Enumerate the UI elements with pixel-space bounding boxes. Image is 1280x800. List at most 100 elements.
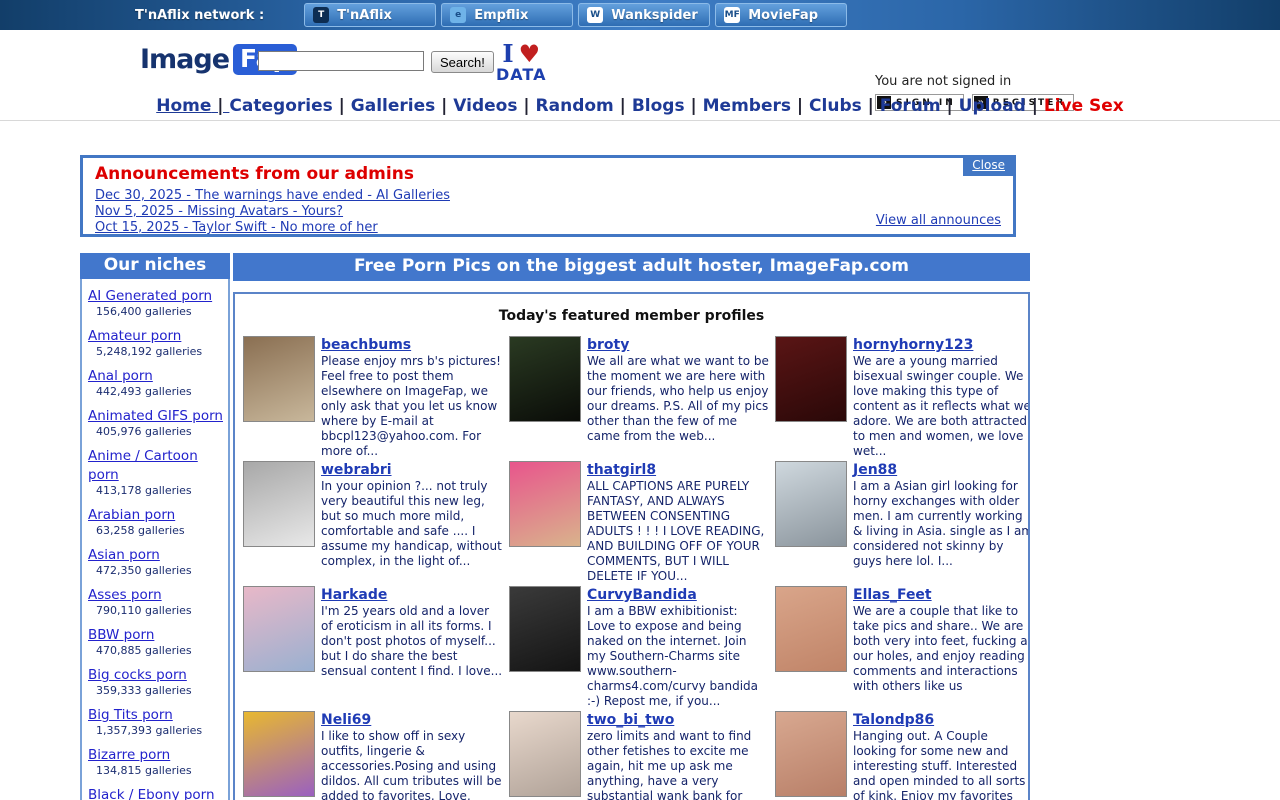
profile-thumbnail[interactable] xyxy=(243,586,315,672)
featured-profiles-box: Today's featured member profiles beachbu… xyxy=(233,292,1030,800)
featured-profiles-title: Today's featured member profiles xyxy=(241,308,1022,324)
profile-thumbnail[interactable] xyxy=(243,711,315,797)
niche-link[interactable]: Asses porn xyxy=(88,587,162,603)
profile-description: Hanging out. A Couple looking for some n… xyxy=(853,729,1030,800)
profile-username-link[interactable]: beachbums xyxy=(321,337,411,353)
moviefap-icon: MF xyxy=(724,7,740,23)
profile-thumbnail[interactable] xyxy=(243,336,315,422)
profile-thumbnail[interactable] xyxy=(509,461,581,547)
profile-description: In your opinion ?... not truly very beau… xyxy=(321,479,503,569)
nav-item[interactable]: Home xyxy=(156,96,229,116)
profile-thumbnail[interactable] xyxy=(509,711,581,797)
profile-username-link[interactable]: Ellas_Feet xyxy=(853,587,932,603)
profile-card: Harkade I'm 25 years old and a lover of … xyxy=(241,584,503,709)
niche-link[interactable]: Black / Ebony porn xyxy=(88,787,215,800)
niche-item: BBW porn 470,885 galleries xyxy=(88,624,228,657)
search-button[interactable]: Search! xyxy=(431,51,494,73)
niche-link[interactable]: AI Generated porn xyxy=(88,288,212,304)
niche-item: Amateur porn 5,248,192 galleries xyxy=(88,325,228,358)
announcements-title: Announcements from our admins xyxy=(95,164,1003,184)
profile-username-link[interactable]: Neli69 xyxy=(321,712,371,728)
nav-item[interactable]: Galleries xyxy=(351,96,454,116)
profile-card: Ellas_Feet We are a couple that like to … xyxy=(773,584,1030,709)
nav-item[interactable]: Clubs xyxy=(809,96,880,116)
profile-card: Talondp86 Hanging out. A Couple looking … xyxy=(773,709,1030,800)
niche-item: Asian porn 472,350 galleries xyxy=(88,544,228,577)
profile-thumbnail[interactable] xyxy=(775,711,847,797)
profile-username-link[interactable]: webrabri xyxy=(321,462,392,478)
profile-thumbnail[interactable] xyxy=(775,586,847,672)
profile-description: We are a young married bisexual swinger … xyxy=(853,354,1030,459)
announcement-link[interactable]: Dec 30, 2025 - The warnings have ended -… xyxy=(95,188,450,203)
profile-username-link[interactable]: thatgirl8 xyxy=(587,462,656,478)
profile-thumbnail[interactable] xyxy=(775,461,847,547)
nav-item[interactable]: Members xyxy=(703,96,809,116)
profile-description: We are a couple that like to take pics a… xyxy=(853,604,1030,694)
announcement-list: Dec 30, 2025 - The warnings have ended -… xyxy=(95,188,1003,236)
nav-item[interactable]: Random xyxy=(536,96,632,116)
empflix-icon: e xyxy=(450,7,466,23)
niche-link[interactable]: BBW porn xyxy=(88,627,154,643)
profile-card: Jen88 I am a Asian girl looking for horn… xyxy=(773,459,1030,584)
niche-gallery-count: 63,258 galleries xyxy=(88,524,228,537)
profile-card: broty We all are what we want to be the … xyxy=(507,334,769,459)
profile-card: hornyhorny123 We are a young married bis… xyxy=(773,334,1030,459)
tnaflix-icon: T xyxy=(313,7,329,23)
niche-link[interactable]: Anime / Cartoon porn xyxy=(88,448,198,483)
profile-username-link[interactable]: Jen88 xyxy=(853,462,897,478)
niche-item: Asses porn 790,110 galleries xyxy=(88,584,228,617)
niche-link[interactable]: Big cocks porn xyxy=(88,667,187,683)
profile-card: thatgirl8 ALL CAPTIONS ARE PURELY FANTAS… xyxy=(507,459,769,584)
niche-link[interactable]: Arabian porn xyxy=(88,507,175,523)
niche-item: AI Generated porn 156,400 galleries xyxy=(88,285,228,318)
nav-item[interactable]: Videos xyxy=(453,96,535,116)
main-navigation: Home Categories Galleries Videos Random … xyxy=(0,92,1280,121)
profile-username-link[interactable]: broty xyxy=(587,337,629,353)
profile-username-link[interactable]: two_bi_two xyxy=(587,712,674,728)
nav-item[interactable]: Forum xyxy=(880,96,959,116)
network-bar-label: T'nAflix network : xyxy=(135,8,264,23)
niche-item: Big cocks porn 359,333 galleries xyxy=(88,664,228,697)
announcement-link[interactable]: Oct 15, 2025 - Taylor Swift - No more of… xyxy=(95,220,378,235)
network-site-button[interactable]: MF MovieFap xyxy=(715,3,847,27)
niche-link[interactable]: Big Tits porn xyxy=(88,707,173,723)
niche-item: Black / Ebony porn 254,325 galleries xyxy=(88,784,228,800)
network-site-button[interactable]: W Wankspider xyxy=(578,3,710,27)
profile-thumbnail[interactable] xyxy=(775,336,847,422)
announcement-link[interactable]: Nov 5, 2025 - Missing Avatars - Yours? xyxy=(95,204,343,219)
network-site-buttons: T T'nAflix e Empflix W Wankspider MF Mov… xyxy=(304,3,847,27)
nav-item[interactable]: Categories xyxy=(229,96,350,116)
niche-item: Anime / Cartoon porn 413,178 galleries xyxy=(88,445,228,497)
profile-description: We all are what we want to be the moment… xyxy=(587,354,769,444)
niche-gallery-count: 156,400 galleries xyxy=(88,305,228,318)
niche-link[interactable]: Asian porn xyxy=(88,547,160,563)
profile-username-link[interactable]: Harkade xyxy=(321,587,387,603)
profile-description: ALL CAPTIONS ARE PURELY FANTASY, AND ALW… xyxy=(587,479,769,584)
search-input[interactable] xyxy=(258,51,424,71)
profile-username-link[interactable]: CurvyBandida xyxy=(587,587,697,603)
view-all-announces-link[interactable]: View all announces xyxy=(876,213,1001,228)
profile-card: beachbums Please enjoy mrs b's pictures!… xyxy=(241,334,503,459)
niche-link[interactable]: Bizarre porn xyxy=(88,747,170,763)
niche-gallery-count: 1,357,393 galleries xyxy=(88,724,228,737)
ild-i: I xyxy=(502,39,513,68)
i-love-data-logo[interactable]: I ♥ DATA xyxy=(496,42,546,83)
ild-data-word: DATA xyxy=(496,67,546,83)
nav-item[interactable]: Blogs xyxy=(632,96,703,116)
network-site-button[interactable]: e Empflix xyxy=(441,3,573,27)
niche-link[interactable]: Amateur porn xyxy=(88,328,181,344)
nav-item[interactable]: Upload xyxy=(959,96,1044,116)
niche-link[interactable]: Anal porn xyxy=(88,368,153,384)
niche-gallery-count: 442,493 galleries xyxy=(88,385,228,398)
featured-profiles-grid: beachbums Please enjoy mrs b's pictures!… xyxy=(241,334,1022,800)
profile-thumbnail[interactable] xyxy=(243,461,315,547)
announcements-close-link[interactable]: Close xyxy=(963,157,1014,176)
niche-link[interactable]: Animated GIFS porn xyxy=(88,408,223,424)
profile-username-link[interactable]: Talondp86 xyxy=(853,712,934,728)
profile-thumbnail[interactable] xyxy=(509,586,581,672)
profile-username-link[interactable]: hornyhorny123 xyxy=(853,337,973,353)
profile-description: I'm 25 years old and a lover of eroticis… xyxy=(321,604,503,679)
network-site-button[interactable]: T T'nAflix xyxy=(304,3,436,27)
nav-item[interactable]: Live Sex xyxy=(1044,96,1124,116)
profile-thumbnail[interactable] xyxy=(509,336,581,422)
